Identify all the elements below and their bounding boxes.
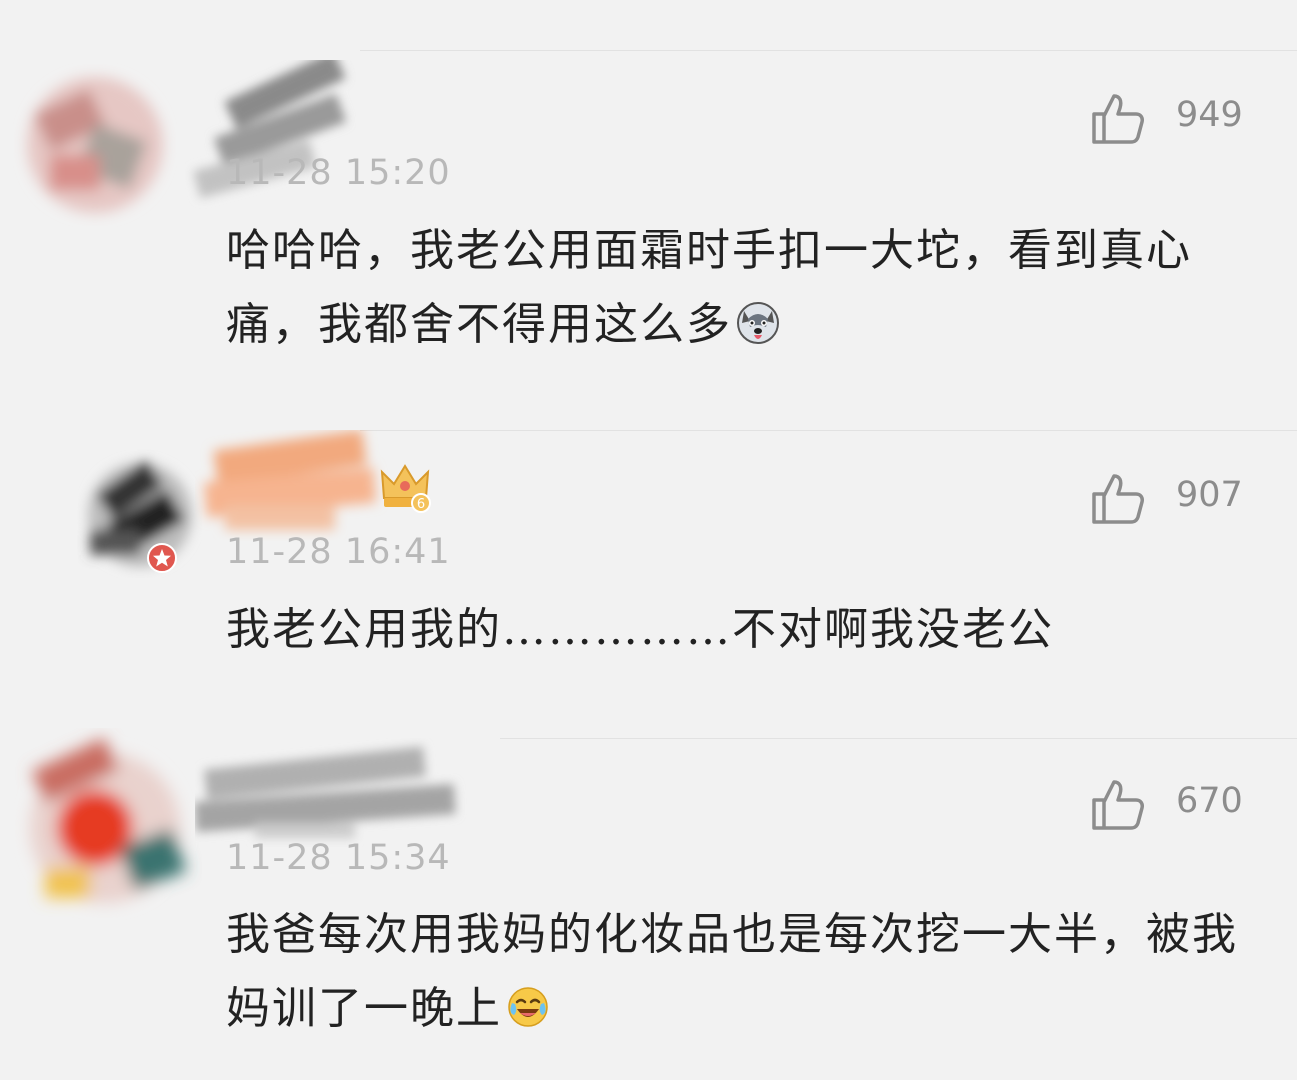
comment-text-body: 我老公用我的……………不对啊我没老公 bbox=[226, 604, 1054, 655]
comment-text: 我老公用我的……………不对啊我没老公 bbox=[226, 593, 1256, 667]
comment-text: 我爸每次用我妈的化妆品也是每次挖一大半，被我妈训了一晚上 bbox=[226, 898, 1256, 1046]
avatar[interactable] bbox=[5, 728, 205, 928]
husky-emoji-icon bbox=[737, 302, 779, 344]
comment-item: 11-28 15:20 949 哈哈哈，我老公用面霜时手扣一大坨，看到真心痛，我… bbox=[0, 0, 1297, 430]
comment-timestamp: 11-28 16:41 bbox=[226, 532, 451, 572]
comment-item: 6 11-28 16:41 907 我老公用我的……………不对啊我没老公 bbox=[0, 430, 1297, 738]
laugh-cry-emoji-icon bbox=[508, 987, 548, 1027]
like-count: 907 bbox=[1176, 475, 1243, 515]
username-blurred[interactable] bbox=[195, 738, 495, 848]
comment-text-body: 我爸每次用我妈的化妆品也是每次挖一大半，被我妈训了一晚上 bbox=[226, 909, 1238, 1034]
crown-level-badge-icon: 6 bbox=[380, 464, 431, 513]
thumbs-up-icon[interactable] bbox=[1090, 776, 1146, 832]
comment-text-body: 哈哈哈，我老公用面霜时手扣一大坨，看到真心痛，我都舍不得用这么多 bbox=[226, 225, 1192, 350]
comment-timestamp: 11-28 15:20 bbox=[226, 153, 451, 193]
thumbs-up-icon[interactable] bbox=[1090, 90, 1146, 146]
comment-timestamp: 11-28 15:34 bbox=[226, 838, 451, 878]
comment-text: 哈哈哈，我老公用面霜时手扣一大坨，看到真心痛，我都舍不得用这么多 bbox=[226, 214, 1256, 362]
badge-level: 6 bbox=[417, 497, 425, 512]
like-count: 670 bbox=[1176, 781, 1243, 821]
like-count: 949 bbox=[1176, 95, 1243, 135]
username-blurred[interactable] bbox=[195, 430, 395, 545]
avatar[interactable] bbox=[10, 60, 180, 230]
thumbs-up-icon[interactable] bbox=[1090, 470, 1146, 526]
avatar[interactable] bbox=[70, 445, 210, 585]
comment-item: 11-28 15:34 670 我爸每次用我妈的化妆品也是每次挖一大半，被我妈训… bbox=[0, 737, 1297, 1080]
verified-badge-icon bbox=[147, 543, 177, 573]
